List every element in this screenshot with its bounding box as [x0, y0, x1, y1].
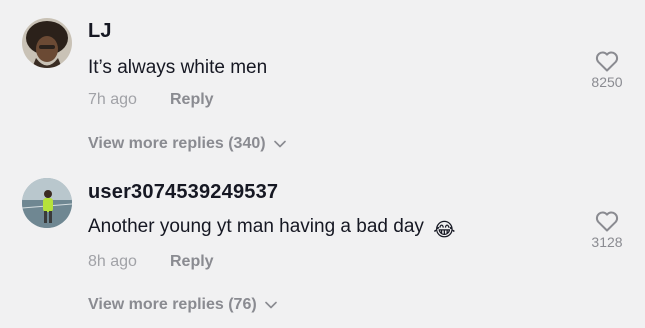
like-button[interactable]: 8250	[577, 50, 637, 90]
view-more-replies-button[interactable]: View more replies (76)	[88, 296, 277, 314]
comment-username[interactable]: user3074539249537	[88, 181, 278, 204]
comment-text: It’s always white men	[88, 57, 268, 78]
comment-item: user3074539249537 Another young yt man h…	[0, 165, 645, 328]
chevron-down-icon	[264, 301, 277, 309]
chevron-down-icon	[273, 140, 286, 148]
like-button[interactable]: 3128	[577, 210, 637, 250]
reply-button[interactable]: Reply	[170, 253, 214, 271]
comment-timestamp: 8h ago	[88, 253, 137, 270]
comment-item: LJ It’s always white men 7h ago Reply 82…	[0, 0, 645, 165]
avatar[interactable]	[22, 18, 72, 68]
like-count: 8250	[591, 74, 623, 90]
heart-outline-icon	[595, 211, 619, 232]
view-more-replies-label: View more replies (340)	[88, 135, 266, 152]
comment-timestamp: 7h ago	[88, 91, 137, 108]
comment-username[interactable]: LJ	[88, 20, 112, 43]
view-more-replies-label: View more replies (76)	[88, 296, 257, 313]
view-more-replies-button[interactable]: View more replies (340)	[88, 135, 286, 153]
emoji: 😂	[433, 219, 456, 241]
like-count: 3128	[591, 234, 623, 250]
reply-button[interactable]: Reply	[170, 91, 214, 109]
comment-text: Another young yt man having a bad day 😂	[88, 216, 455, 241]
heart-outline-icon	[595, 51, 619, 72]
comment-text-body: Another young yt man having a bad day	[88, 216, 424, 237]
avatar[interactable]	[22, 178, 72, 228]
